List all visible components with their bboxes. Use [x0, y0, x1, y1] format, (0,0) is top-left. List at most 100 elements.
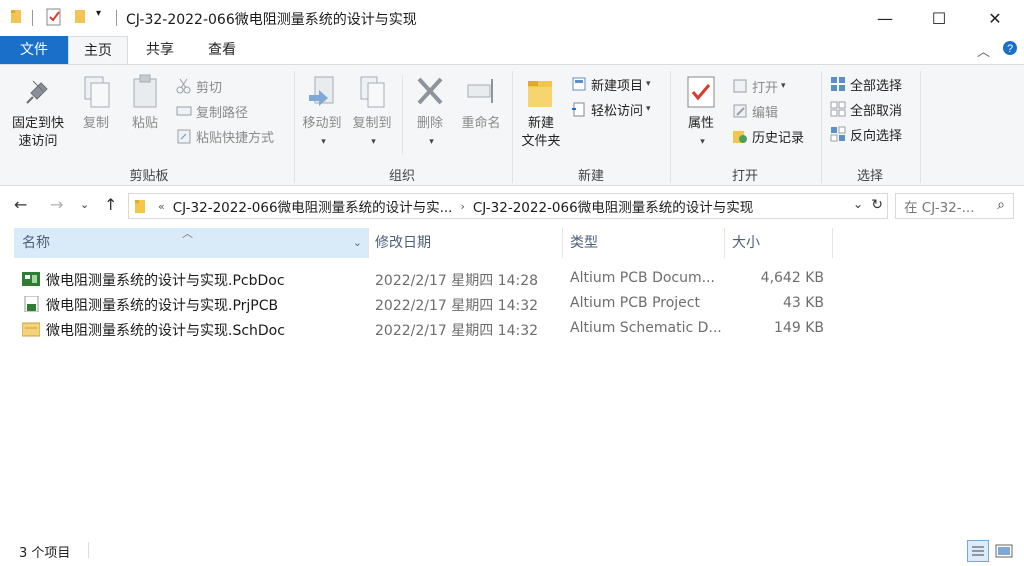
easy-access-button[interactable]: 轻松访问 ▾ — [571, 98, 651, 120]
collapse-ribbon-icon[interactable]: ︿ — [977, 41, 990, 60]
file-size: 149 KB — [774, 320, 824, 336]
new-folder-button[interactable]: 新建 文件夹 — [518, 73, 564, 151]
new-folder-quick-icon[interactable] — [74, 8, 88, 24]
minimize-button[interactable]: — — [862, 0, 908, 36]
overflow-chevron[interactable]: « — [158, 200, 165, 213]
breadcrumb-parent[interactable]: CJ-32-2022-066微电阻测量系统的设计与实... — [173, 196, 453, 216]
forward-arrow-icon[interactable]: → — [50, 195, 63, 214]
edit-icon — [732, 103, 748, 119]
copy-to-button[interactable]: 复制到 ▾ — [349, 73, 395, 151]
properties-button[interactable]: 属性 ▾ — [680, 73, 722, 151]
history-icon — [732, 128, 748, 144]
column-type-header[interactable]: 类型 — [562, 228, 724, 258]
schematic-doc-icon — [21, 321, 41, 337]
file-name: 微电阻测量系统的设计与实现.PcbDoc — [46, 273, 285, 289]
group-divider — [294, 71, 295, 183]
file-type: Altium Schematic D... — [570, 320, 722, 336]
select-all-button[interactable]: 全部选择 — [830, 73, 902, 95]
refresh-icon[interactable]: ↻ — [871, 197, 883, 213]
copy-button[interactable]: 复制 — [76, 73, 116, 133]
group-divider — [512, 71, 513, 183]
details-view-button[interactable] — [967, 540, 989, 562]
edit-button[interactable]: 编辑 — [732, 100, 778, 122]
close-button[interactable]: ✕ — [972, 0, 1018, 36]
delete-x-icon — [413, 73, 447, 111]
divider — [116, 10, 117, 26]
details-view-icon — [972, 546, 984, 556]
breadcrumb-separator-icon[interactable]: › — [460, 200, 464, 213]
invert-selection-button[interactable]: 反向选择 — [830, 123, 902, 145]
tab-view[interactable]: 查看 — [196, 36, 248, 64]
ribbon: 固定到快 速访问 复制 粘贴 剪切 复制路径 粘贴快捷方式 剪贴板 移动到 ▾ — [0, 64, 1024, 186]
pin-quick-access-button[interactable]: 固定到快 速访问 — [6, 73, 70, 151]
maximize-button[interactable]: ☐ — [916, 0, 962, 36]
new-item-button[interactable]: 新建项目 ▾ — [571, 73, 651, 95]
file-row[interactable]: 微电阻测量系统的设计与实现.SchDoc 2022/2/17 星期四 14:32… — [14, 317, 834, 342]
search-input[interactable]: 在 CJ-32-... ⌕ — [895, 193, 1014, 219]
status-item-count: 3 个项目 — [19, 546, 71, 561]
address-dropdown-icon[interactable]: ⌄ — [853, 197, 863, 211]
navigation-bar: ← → ⌄ ↑ « CJ-32-2022-066微电阻测量系统的设计与实... … — [0, 186, 1024, 226]
history-button[interactable]: 历史记录 — [732, 125, 804, 147]
column-modified-header[interactable]: 修改日期 — [367, 228, 562, 258]
delete-button[interactable]: 删除 ▾ — [410, 73, 450, 151]
file-name: 微电阻测量系统的设计与实现.PrjPCB — [46, 298, 279, 314]
recent-locations-chevron-icon[interactable]: ⌄ — [80, 198, 89, 211]
folder-icon — [134, 198, 146, 214]
address-bar[interactable]: « CJ-32-2022-066微电阻测量系统的设计与实... › CJ-32-… — [128, 193, 888, 219]
file-name: 微电阻测量系统的设计与实现.SchDoc — [46, 323, 285, 339]
new-group-label: 新建 — [577, 169, 604, 184]
group-divider — [402, 75, 403, 155]
tab-home[interactable]: 主页 — [68, 36, 128, 65]
column-divider[interactable] — [832, 228, 833, 258]
paste-button[interactable]: 粘贴 — [124, 73, 166, 133]
file-modified: 2022/2/17 星期四 14:28 — [375, 273, 539, 289]
group-divider — [670, 71, 671, 183]
file-modified: 2022/2/17 星期四 14:32 — [375, 323, 539, 339]
copy-to-icon — [355, 73, 389, 111]
easy-access-icon — [571, 101, 587, 117]
open-button[interactable]: 打开 ▾ — [732, 75, 786, 97]
properties-quick-icon[interactable] — [46, 8, 62, 26]
cut-button[interactable]: 剪切 — [176, 75, 222, 97]
scissors-icon — [176, 78, 192, 94]
pcb-project-icon — [22, 295, 40, 313]
file-size: 4,642 KB — [760, 270, 824, 286]
divider — [32, 10, 33, 26]
new-item-icon — [571, 76, 587, 92]
file-modified: 2022/2/17 星期四 14:32 — [375, 298, 539, 314]
copy-path-button[interactable]: 复制路径 — [176, 100, 248, 122]
column-name-header[interactable]: 名称 ︿ ⌄ — [14, 227, 368, 258]
file-row[interactable]: 微电阻测量系统的设计与实现.PrjPCB 2022/2/17 星期四 14:32… — [14, 292, 834, 317]
customize-toolbar-icon[interactable]: ▾ — [96, 8, 101, 19]
copy-path-icon — [176, 103, 192, 119]
rename-button[interactable]: 重命名 — [456, 73, 506, 133]
tab-share[interactable]: 共享 — [134, 36, 186, 64]
back-arrow-icon[interactable]: ← — [14, 195, 27, 214]
up-arrow-icon[interactable]: ↑ — [104, 195, 117, 214]
move-to-button[interactable]: 移动到 ▾ — [299, 73, 345, 151]
column-size-header[interactable]: 大小 — [724, 228, 832, 258]
new-folder-icon — [524, 73, 558, 111]
large-icons-view-icon — [995, 544, 1013, 558]
dropdown-caret: ▾ — [429, 137, 434, 147]
select-none-button[interactable]: 全部取消 — [830, 98, 902, 120]
paste-shortcut-button[interactable]: 粘贴快捷方式 — [176, 125, 274, 147]
column-header: 名称 ︿ ⌄ 修改日期 类型 大小 — [0, 227, 1024, 258]
dropdown-caret: ▾ — [371, 137, 376, 147]
column-filter-chevron-icon[interactable]: ⌄ — [353, 228, 362, 258]
status-divider — [88, 542, 89, 558]
large-icons-view-button[interactable] — [993, 540, 1015, 562]
dropdown-caret: ▾ — [700, 137, 705, 147]
organize-group-label: 组织 — [388, 169, 415, 184]
folder-icon — [10, 8, 24, 24]
file-size: 43 KB — [782, 295, 824, 311]
breadcrumb-current[interactable]: CJ-32-2022-066微电阻测量系统的设计与实现 — [473, 196, 753, 216]
group-divider — [821, 71, 822, 183]
tab-file[interactable]: 文件 — [0, 36, 68, 64]
file-row[interactable]: 微电阻测量系统的设计与实现.PcbDoc 2022/2/17 星期四 14:28… — [14, 267, 834, 292]
help-icon[interactable]: ? — [1002, 40, 1018, 60]
rename-icon — [464, 73, 498, 111]
copy-icon — [79, 73, 113, 111]
title-bar: ▾ CJ-32-2022-066微电阻测量系统的设计与实现 — ☐ ✕ — [0, 0, 1024, 36]
